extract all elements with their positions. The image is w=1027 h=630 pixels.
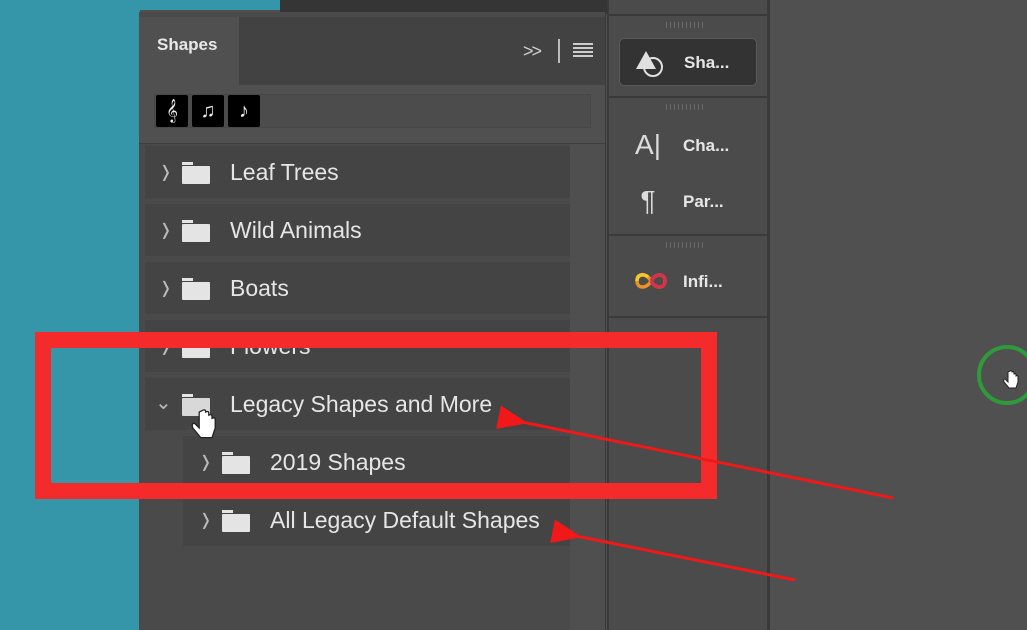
double-chevron-right-icon[interactable]: >>	[523, 41, 542, 62]
shapes-panel: >> Shapes 𝄞 ♫ ♪ ❭ Leaf Trees ❭ Wild Anim…	[139, 12, 606, 630]
highlight-annotation-box	[35, 332, 717, 499]
folder-icon	[182, 278, 210, 300]
folder-icon	[222, 510, 250, 532]
tab-separator	[558, 39, 560, 63]
dock-section-type: A| Cha... ¶ Par...	[609, 98, 767, 236]
shapes-icon	[632, 45, 666, 79]
eighth-note-shape-swatch[interactable]: ♪	[228, 95, 260, 127]
dock-item-shapes[interactable]: Sha...	[619, 38, 757, 86]
shape-group-row[interactable]: ❭ Leaf Trees	[145, 146, 570, 198]
shape-group-row[interactable]: ❭ All Legacy Default Shapes	[183, 494, 570, 546]
dock-item-label: Cha...	[683, 136, 730, 155]
chevron-right-icon[interactable]: ❭	[199, 510, 212, 530]
infinite-color-icon	[631, 264, 667, 298]
dock-item-character[interactable]: A| Cha...	[619, 122, 755, 168]
dock-item-infinite-color[interactable]: Infi...	[619, 258, 755, 304]
dock-item-paragraph[interactable]: ¶ Par...	[619, 178, 755, 224]
shape-group-row[interactable]: ❭ Wild Animals	[145, 204, 570, 256]
shape-group-label: Leaf Trees	[230, 159, 339, 185]
hamburger-menu-icon[interactable]	[573, 43, 593, 57]
paragraph-icon: ¶	[640, 185, 656, 216]
chevron-right-icon[interactable]: ❭	[159, 278, 172, 298]
shape-group-label: All Legacy Default Shapes	[270, 507, 540, 533]
drag-grip[interactable]	[666, 22, 706, 28]
dock-item-label: Par...	[683, 192, 724, 211]
folder-icon	[182, 162, 210, 184]
chevron-right-icon[interactable]: ❭	[159, 162, 172, 182]
character-icon: A|	[635, 129, 661, 160]
canvas-background-top	[0, 0, 280, 10]
shape-group-label: Wild Animals	[230, 217, 362, 243]
dock-item-label: Infi...	[683, 272, 723, 291]
panel-dock: Sha... A| Cha... ¶ Par... Infi...	[607, 0, 770, 630]
tab-shapes[interactable]: Shapes	[139, 17, 239, 85]
dock-item-label: Sha...	[684, 53, 730, 72]
canvas-background-left	[0, 0, 140, 630]
dock-section-top	[609, 0, 767, 16]
recent-shapes-bar: 𝄞 ♫ ♪	[139, 85, 605, 144]
dock-section-infinite: Infi...	[609, 236, 767, 318]
shape-group-label: Boats	[230, 275, 289, 301]
folder-icon	[182, 220, 210, 242]
drag-grip[interactable]	[666, 242, 706, 248]
drag-grip[interactable]	[666, 104, 706, 110]
canvas-area[interactable]	[770, 0, 1027, 630]
beamed-notes-shape-swatch[interactable]: ♫	[192, 95, 224, 127]
treble-clef-shape-swatch[interactable]: 𝄞	[156, 95, 188, 127]
shape-group-row[interactable]: ❭ Boats	[145, 262, 570, 314]
chevron-right-icon[interactable]: ❭	[159, 220, 172, 240]
dock-section-shapes: Sha...	[609, 16, 767, 98]
